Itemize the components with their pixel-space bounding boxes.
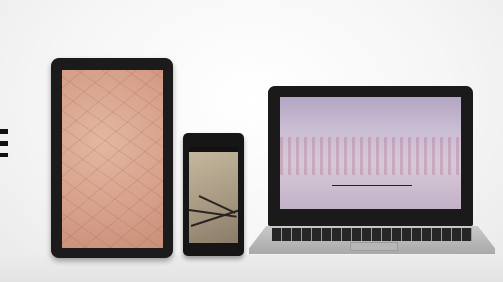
smartphone [183, 133, 244, 256]
laptop [268, 86, 473, 226]
table-surface [0, 255, 503, 282]
tablet-screen-skin-image [62, 70, 163, 248]
tablet [51, 58, 173, 258]
product-photo [0, 0, 503, 282]
scale-bar [332, 185, 412, 186]
laptop-keyboard [272, 228, 472, 241]
laptop-trackpad [350, 242, 398, 251]
skin-ridge-texture [280, 137, 461, 175]
edge-graphic [0, 129, 8, 157]
laptop-screen-microscopy-image [280, 97, 461, 209]
phone-status-bar [189, 147, 238, 152]
phone-screen-hair-image [189, 147, 238, 243]
